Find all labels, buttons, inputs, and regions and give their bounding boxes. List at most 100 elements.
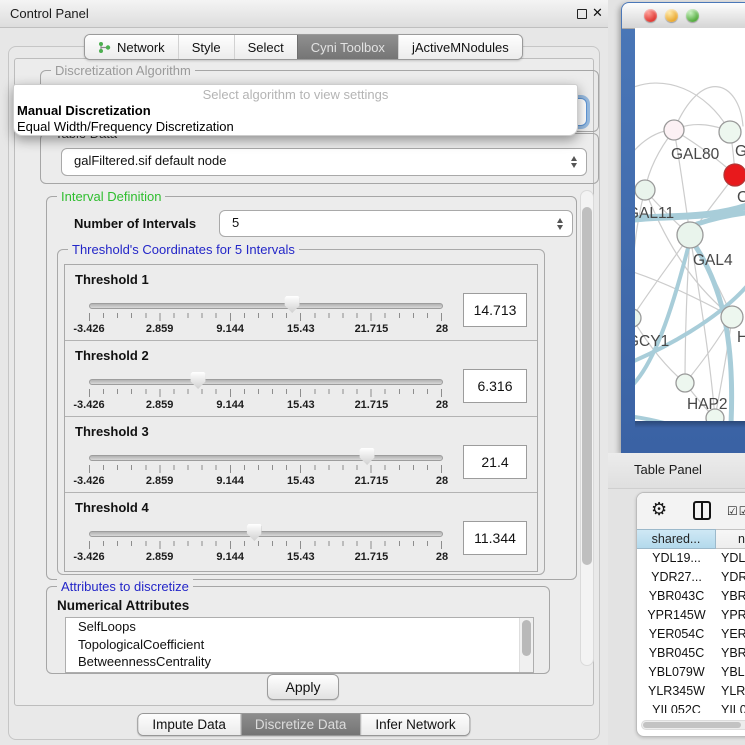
tab-select[interactable]: Select (234, 35, 297, 59)
tick-label: 15.43 (287, 323, 315, 335)
minimize-traffic-icon[interactable] (665, 9, 678, 22)
slider-thumb[interactable] (191, 372, 206, 389)
slider-tick-labels: -3.4262.8599.14415.4321.71528 (89, 475, 442, 487)
close-icon[interactable]: ✕ (592, 5, 603, 21)
close-traffic-icon[interactable] (644, 9, 657, 22)
tab-cyni-toolbox[interactable]: Cyni Toolbox (297, 35, 398, 59)
tick-label: 15.43 (287, 475, 315, 487)
node-label: C (737, 189, 745, 206)
column-header-name[interactable]: n (716, 529, 745, 549)
table-row[interactable]: YDR27...YDR2 (637, 568, 745, 587)
slider-tick-labels: -3.4262.8599.14415.4321.71528 (89, 399, 442, 411)
network-node-hap2[interactable] (676, 374, 694, 392)
network-node-h[interactable] (721, 306, 743, 328)
interval-definition-label: Interval Definition (57, 189, 165, 204)
slider-thumb[interactable] (360, 448, 375, 465)
apply-button[interactable]: Apply (267, 674, 339, 700)
network-view-window[interactable]: GAL80GACGAL11GAL4GCY1HHAP2 (621, 2, 745, 453)
slider-major-ticks (89, 313, 443, 321)
scrollbar-thumb[interactable] (582, 207, 592, 565)
threshold-slider[interactable]: -3.4262.8599.14415.4321.71528 (89, 527, 442, 561)
slider-track[interactable] (89, 455, 443, 461)
tab-discretize-data[interactable]: Discretize Data (240, 714, 361, 735)
slider-major-ticks (89, 465, 443, 473)
attributes-group-label: Attributes to discretize (57, 579, 193, 594)
network-node-ga[interactable] (719, 121, 741, 143)
zoom-traffic-icon[interactable] (686, 9, 699, 22)
list-scrollbar-thumb[interactable] (522, 620, 531, 656)
network-node-c[interactable] (724, 164, 745, 186)
gear-icon[interactable]: ⚙ (651, 499, 667, 520)
tab-network[interactable]: Network (85, 35, 178, 59)
algorithm-popup-prompt: Select algorithm to view settings (14, 87, 577, 103)
slider-track[interactable] (89, 303, 443, 309)
cell-name: YBR0 (716, 587, 745, 606)
table-panel-title: Table Panel (634, 462, 702, 477)
tick-label: 21.715 (355, 551, 389, 563)
numerical-attributes-list[interactable]: SelfLoopsTopologicalCoefficientBetweenne… (65, 617, 534, 673)
threshold-slider[interactable]: -3.4262.8599.14415.4321.71528 (89, 299, 442, 333)
cell-name: YIL0 (716, 701, 745, 713)
number-of-intervals-value: 5 (232, 211, 239, 235)
tab-jactivemnodules[interactable]: jActiveMNodules (398, 35, 522, 59)
cell-shared-name: YLR345W (637, 682, 716, 701)
table-row[interactable]: YBR043CYBR0 (637, 587, 745, 606)
combo-arrows-icon (557, 218, 563, 230)
table-row[interactable]: YPR145WYPR1 (637, 606, 745, 625)
table-row[interactable]: YLR345WYLR3 (637, 682, 745, 701)
slider-thumb[interactable] (285, 296, 300, 313)
tab-infer-network[interactable]: Infer Network (360, 714, 469, 735)
table-row[interactable]: YDL19...YDL1 (637, 549, 745, 568)
slider-track[interactable] (89, 531, 443, 537)
columns-icon[interactable] (693, 501, 711, 520)
float-window-icon[interactable] (577, 9, 587, 19)
threshold-row: Threshold 3-3.4262.8599.14415.4321.71528… (65, 417, 537, 493)
attribute-list-item[interactable]: TopologicalCoefficient (66, 636, 533, 654)
table-row[interactable]: YBR045CYBR0 (637, 644, 745, 663)
threshold-slider[interactable]: -3.4262.8599.14415.4321.71528 (89, 451, 442, 485)
table-panel-card: ⚙ ☑☑ shared... n YDL19...YDL1YDR27...YDR… (636, 492, 745, 737)
number-of-intervals-combobox[interactable]: 5 (219, 210, 573, 237)
tick-label: 2.859 (146, 551, 174, 563)
algorithm-dropdown-popup: Select algorithm to view settings Manual… (13, 84, 578, 136)
node-label: GAL80 (671, 146, 720, 163)
slider-thumb[interactable] (247, 524, 262, 541)
network-node-gal80[interactable] (664, 120, 684, 140)
panel-vertical-scrollbar[interactable] (580, 190, 594, 666)
table-horizontal-scrollbar[interactable] (641, 720, 745, 730)
column-header-shared[interactable]: shared... (637, 529, 716, 549)
network-node-gal4[interactable] (677, 222, 703, 248)
discretization-algorithm-label: Discretization Algorithm (51, 63, 195, 78)
table-row[interactable]: YER054CYER0 (637, 625, 745, 644)
list-scrollbar-track[interactable] (519, 618, 533, 672)
node-label: GAL11 (635, 205, 674, 222)
table-row[interactable]: YBL079WYBL0 (637, 663, 745, 682)
network-window-titlebar (622, 3, 745, 29)
attribute-list-item[interactable]: SelfLoops (66, 618, 533, 636)
scrollbar-thumb[interactable] (643, 722, 741, 728)
tick-label: 2.859 (146, 475, 174, 487)
tab-style[interactable]: Style (178, 35, 234, 59)
algorithm-option[interactable]: Manual Discretization (14, 103, 577, 119)
tab-impute-data[interactable]: Impute Data (138, 714, 240, 735)
algorithm-option[interactable]: Equal Width/Frequency Discretization (14, 119, 577, 135)
threshold-value-field[interactable]: 6.316 (463, 369, 527, 403)
checkbox-icons[interactable]: ☑☑ (727, 504, 745, 518)
network-canvas[interactable]: GAL80GACGAL11GAL4GCY1HHAP2 (635, 28, 745, 421)
threshold-value-field[interactable]: 14.713 (463, 293, 527, 327)
threshold-value-field[interactable]: 11.344 (463, 521, 527, 555)
table-row[interactable]: YIL052CYIL0 (637, 701, 745, 713)
network-node[interactable] (706, 409, 724, 421)
table-toolbar: ⚙ ☑☑ (637, 493, 745, 529)
threshold-value-field[interactable]: 21.4 (463, 445, 527, 479)
cell-shared-name: YBL079W (637, 663, 716, 682)
cell-name: YBR0 (716, 644, 745, 663)
network-node-gcy1[interactable] (635, 309, 641, 327)
slider-track[interactable] (89, 379, 443, 385)
network-node-gal11[interactable] (635, 180, 655, 200)
tick-label: 21.715 (355, 475, 389, 487)
threshold-slider[interactable]: -3.4262.8599.14415.4321.71528 (89, 375, 442, 409)
table-data-combobox[interactable]: galFiltered.sif default node (61, 148, 587, 176)
attribute-list-item[interactable]: BetweennessCentrality (66, 653, 533, 671)
node-label: GA (735, 143, 745, 160)
